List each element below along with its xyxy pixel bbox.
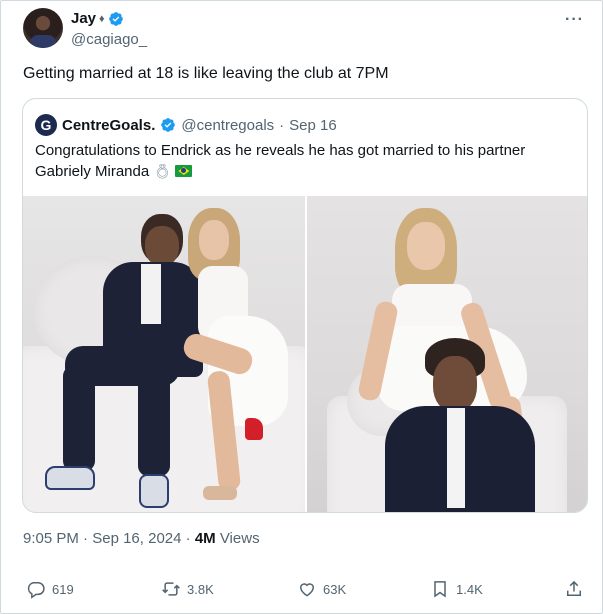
tweet-card: Jay ♦ @cagiago_ ··· Getting married at 1…	[0, 0, 603, 614]
repost-button[interactable]: 3.8K	[161, 579, 214, 599]
reply-count: 619	[52, 581, 74, 597]
action-bar: 619 3.8K 63K 1.4K	[1, 579, 603, 603]
author-handle[interactable]: @cagiago_	[71, 31, 147, 48]
repost-count: 3.8K	[187, 581, 214, 597]
quoted-tweet[interactable]: G CentreGoals. @centregoals · Sep 16 Con…	[22, 98, 588, 513]
tweet-text: Getting married at 18 is like leaving th…	[23, 65, 389, 82]
like-button[interactable]: 63K	[297, 579, 346, 599]
verified-badge-icon	[161, 118, 176, 132]
quoted-name[interactable]: CentreGoals.	[62, 117, 155, 134]
tweet-time[interactable]: 9:05 PM	[23, 530, 79, 547]
author-name-row[interactable]: Jay ♦	[71, 10, 124, 27]
tweet-meta: 9:05 PM · Sep 16, 2024 · 4M Views	[23, 530, 260, 547]
author-name[interactable]: Jay	[71, 10, 96, 27]
ring-icon: 💍︎	[153, 163, 172, 179]
quoted-photo-left[interactable]	[23, 196, 305, 512]
diamond-icon: ♦	[99, 12, 105, 25]
reply-button[interactable]: 619	[26, 579, 74, 599]
quoted-text: Congratulations to Endrick as he reveals…	[35, 142, 526, 180]
quoted-header: G CentreGoals. @centregoals · Sep 16	[35, 114, 337, 136]
meta-separator: ·	[185, 530, 191, 547]
quoted-text-block: Congratulations to Endrick as he reveals…	[35, 140, 575, 182]
quoted-separator: ·	[279, 116, 285, 134]
views-count: 4M	[194, 530, 216, 547]
reply-icon	[27, 582, 45, 599]
tweet-date[interactable]: Sep 16, 2024	[92, 530, 181, 547]
bookmark-icon	[434, 581, 446, 598]
brazil-flag-icon	[175, 165, 193, 177]
like-icon	[299, 583, 315, 597]
views-label: Views	[219, 530, 260, 547]
share-icon	[567, 580, 581, 596]
quoted-date: Sep 16	[289, 116, 337, 134]
quoted-avatar[interactable]: G	[35, 114, 57, 136]
avatar[interactable]	[23, 8, 63, 48]
bookmark-button[interactable]: 1.4K	[430, 579, 483, 599]
meta-separator: ·	[83, 530, 89, 547]
verified-badge-icon	[108, 11, 123, 26]
more-icon[interactable]: ···	[565, 11, 584, 29]
repost-icon	[162, 582, 180, 596]
bookmark-count: 1.4K	[456, 581, 483, 597]
like-count: 63K	[323, 581, 347, 597]
share-button[interactable]	[564, 579, 584, 599]
quoted-handle: @centregoals	[181, 116, 275, 134]
quoted-photo-right[interactable]	[307, 196, 587, 512]
